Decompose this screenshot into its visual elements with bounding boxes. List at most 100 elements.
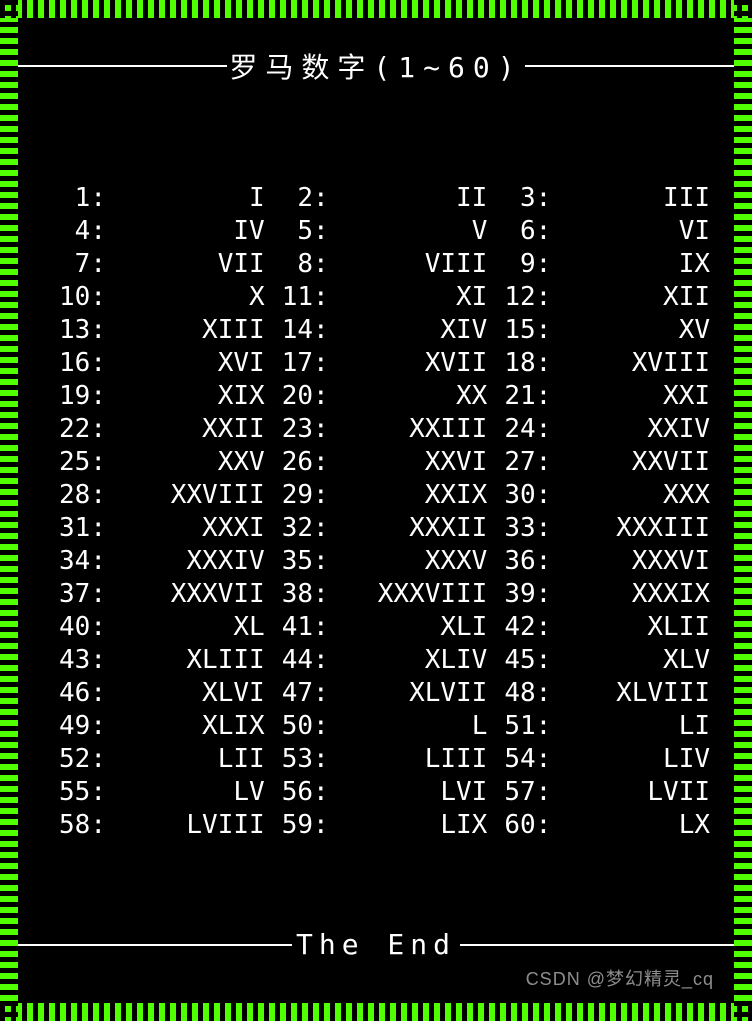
roman-numeral: LX bbox=[551, 809, 710, 842]
table-cell: 22:XXII bbox=[42, 413, 265, 446]
table-cell: 4:IV bbox=[42, 215, 265, 248]
rule-footer-left bbox=[18, 944, 292, 946]
arabic-number: 26: bbox=[265, 446, 329, 479]
roman-numeral: LVIII bbox=[106, 809, 265, 842]
roman-numeral: LIX bbox=[329, 809, 488, 842]
roman-numeral: XXXV bbox=[329, 545, 488, 578]
arabic-number: 23: bbox=[265, 413, 329, 446]
table-cell: 17:XVII bbox=[265, 347, 488, 380]
roman-numeral: XXIV bbox=[551, 413, 710, 446]
table-cell: 59:LIX bbox=[265, 809, 488, 842]
arabic-number: 39: bbox=[487, 578, 551, 611]
roman-numeral: LV bbox=[106, 776, 265, 809]
table-cell: 7:VII bbox=[42, 248, 265, 281]
arabic-number: 5: bbox=[265, 215, 329, 248]
table-cell: 11:XI bbox=[265, 281, 488, 314]
table-cell: 16:XVI bbox=[42, 347, 265, 380]
arabic-number: 38: bbox=[265, 578, 329, 611]
table-cell: 12:XII bbox=[487, 281, 710, 314]
arabic-number: 10: bbox=[42, 281, 106, 314]
table-cell: 28:XXVIII bbox=[42, 479, 265, 512]
arabic-number: 50: bbox=[265, 710, 329, 743]
table-cell: 3:III bbox=[487, 182, 710, 215]
table-cell: 13:XIII bbox=[42, 314, 265, 347]
roman-numeral: XX bbox=[329, 380, 488, 413]
arabic-number: 21: bbox=[487, 380, 551, 413]
arabic-number: 4: bbox=[42, 215, 106, 248]
roman-numeral: VIII bbox=[329, 248, 488, 281]
table-row: 40:XL41:XLI42:XLII bbox=[42, 611, 710, 644]
roman-numeral: XXXII bbox=[329, 512, 488, 545]
arabic-number: 31: bbox=[42, 512, 106, 545]
table-row: 43:XLIII44:XLIV45:XLV bbox=[42, 644, 710, 677]
roman-numeral: XXIX bbox=[329, 479, 488, 512]
table-cell: 35:XXXV bbox=[265, 545, 488, 578]
arabic-number: 11: bbox=[265, 281, 329, 314]
watermark: CSDN @梦幻精灵_cq bbox=[526, 965, 714, 991]
arabic-number: 52: bbox=[42, 743, 106, 776]
table-cell: 29:XXIX bbox=[265, 479, 488, 512]
table-cell: 50:L bbox=[265, 710, 488, 743]
table-row: 19:XIX20:XX21:XXI bbox=[42, 380, 710, 413]
table-cell: 20:XX bbox=[265, 380, 488, 413]
table-cell: 14:XIV bbox=[265, 314, 488, 347]
table-cell: 60:LX bbox=[487, 809, 710, 842]
roman-numeral: XXII bbox=[106, 413, 265, 446]
table-cell: 48:XLVIII bbox=[487, 677, 710, 710]
arabic-number: 7: bbox=[42, 248, 106, 281]
table-row: 10:X11:XI12:XII bbox=[42, 281, 710, 314]
table-cell: 53:LIII bbox=[265, 743, 488, 776]
roman-numeral: XI bbox=[329, 281, 488, 314]
table-row: 28:XXVIII29:XXIX30:XXX bbox=[42, 479, 710, 512]
roman-numeral: XXX bbox=[551, 479, 710, 512]
arabic-number: 58: bbox=[42, 809, 106, 842]
table-cell: 10:X bbox=[42, 281, 265, 314]
table-cell: 1:I bbox=[42, 182, 265, 215]
table-row: 25:XXV26:XXVI27:XXVII bbox=[42, 446, 710, 479]
arabic-number: 49: bbox=[42, 710, 106, 743]
roman-numeral: XL bbox=[106, 611, 265, 644]
table-cell: 30:XXX bbox=[487, 479, 710, 512]
table-row: 16:XVI17:XVII18:XVIII bbox=[42, 347, 710, 380]
roman-numeral: V bbox=[329, 215, 488, 248]
table-cell: 49:XLIX bbox=[42, 710, 265, 743]
roman-numeral: L bbox=[329, 710, 488, 743]
roman-numeral: XXVI bbox=[329, 446, 488, 479]
table-cell: 32:XXXII bbox=[265, 512, 488, 545]
arabic-number: 15: bbox=[487, 314, 551, 347]
roman-numeral: XXV bbox=[106, 446, 265, 479]
table-row: 31:XXXI32:XXXII33:XXXIII bbox=[42, 512, 710, 545]
table-cell: 33:XXXIII bbox=[487, 512, 710, 545]
rule-left bbox=[18, 65, 227, 67]
table-cell: 34:XXXIV bbox=[42, 545, 265, 578]
table-row: 55:LV56:LVI57:LVII bbox=[42, 776, 710, 809]
table-row: 22:XXII23:XXIII24:XXIV bbox=[42, 413, 710, 446]
table-row: 37:XXXVII38:XXXVIII39:XXXIX bbox=[42, 578, 710, 611]
table-cell: 15:XV bbox=[487, 314, 710, 347]
arabic-number: 1: bbox=[42, 182, 106, 215]
arabic-number: 34: bbox=[42, 545, 106, 578]
arabic-number: 51: bbox=[487, 710, 551, 743]
roman-numeral: XXXVII bbox=[106, 578, 265, 611]
table-row: 7:VII 8:VIII 9:IX bbox=[42, 248, 710, 281]
arabic-number: 8: bbox=[265, 248, 329, 281]
roman-numeral: II bbox=[329, 182, 488, 215]
arabic-number: 17: bbox=[265, 347, 329, 380]
arabic-number: 27: bbox=[487, 446, 551, 479]
arabic-number: 53: bbox=[265, 743, 329, 776]
table-cell: 23:XXIII bbox=[265, 413, 488, 446]
table-cell: 31:XXXI bbox=[42, 512, 265, 545]
roman-numeral: XII bbox=[551, 281, 710, 314]
arabic-number: 19: bbox=[42, 380, 106, 413]
roman-numeral: XXXIX bbox=[551, 578, 710, 611]
table-cell: 44:XLIV bbox=[265, 644, 488, 677]
table-cell: 38:XXXVIII bbox=[265, 578, 488, 611]
roman-numeral: XLII bbox=[551, 611, 710, 644]
arabic-number: 47: bbox=[265, 677, 329, 710]
arabic-number: 16: bbox=[42, 347, 106, 380]
roman-numeral: XLVIII bbox=[551, 677, 710, 710]
arabic-number: 25: bbox=[42, 446, 106, 479]
table-row: 46:XLVI47:XLVII48:XLVIII bbox=[42, 677, 710, 710]
rule-footer-right bbox=[460, 944, 734, 946]
roman-numeral: LII bbox=[106, 743, 265, 776]
